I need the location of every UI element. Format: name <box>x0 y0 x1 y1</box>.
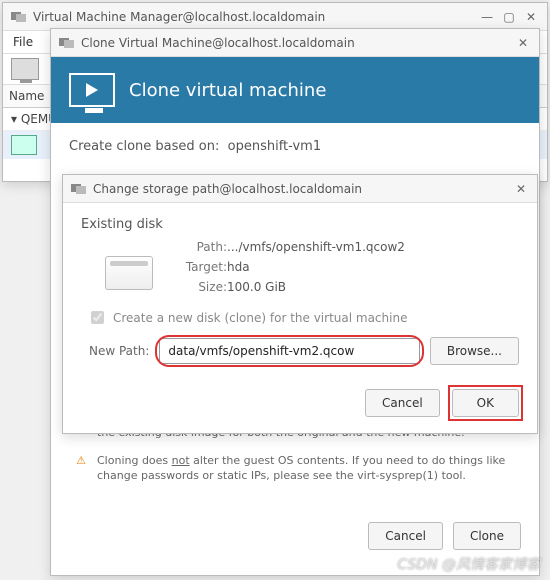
browse-button[interactable]: Browse... <box>430 337 519 365</box>
warning-icon: ⚠ <box>73 453 89 469</box>
new-path-row: New Path: Browse... <box>89 337 519 365</box>
vmm-title: Virtual Machine Manager@localhost.locald… <box>33 10 325 24</box>
clone-button-row: Cancel Clone <box>51 512 539 560</box>
storage-body: Existing disk Path: .../vmfs/openshift-v… <box>63 203 537 379</box>
disk-info: Path: .../vmfs/openshift-vm1.qcow2 Targe… <box>105 240 519 294</box>
create-new-disk-checkbox[interactable] <box>91 311 104 324</box>
close-button[interactable]: ✕ <box>523 9 539 25</box>
watermark: CSDN @风情客家博客 <box>397 554 540 574</box>
warning-cloning-text: Cloning does not alter the guest OS cont… <box>97 453 517 484</box>
based-on-value: openshift-vm1 <box>228 139 321 154</box>
clone-heading: Clone virtual machine <box>129 80 326 101</box>
menu-file[interactable]: File <box>13 35 33 49</box>
clone-titlebar: Clone Virtual Machine@localhost.localdom… <box>51 29 539 57</box>
vmm-titlebar: Virtual Machine Manager@localhost.locald… <box>3 3 547 31</box>
maximize-button[interactable]: ▢ <box>501 9 517 25</box>
size-label: Size: <box>171 280 227 294</box>
storage-ok-button[interactable]: OK <box>452 389 519 417</box>
new-vm-icon[interactable] <box>11 58 39 80</box>
target-label: Target: <box>171 260 227 274</box>
disk-icon <box>105 256 153 290</box>
storage-titlebar: Change storage path@localhost.localdomai… <box>63 175 537 203</box>
minimize-button[interactable]: — <box>479 9 495 25</box>
create-new-disk-label: Create a new disk (clone) for the virtua… <box>113 311 407 325</box>
path-label: Path: <box>171 240 227 254</box>
storage-app-icon <box>71 183 87 195</box>
based-on-label: Create clone based on: <box>69 139 219 154</box>
target-value: hda <box>227 260 405 274</box>
disk-kv: Path: .../vmfs/openshift-vm1.qcow2 Targe… <box>171 240 405 294</box>
storage-button-row: Cancel OK <box>63 379 537 427</box>
storage-dialog: Change storage path@localhost.localdomai… <box>62 174 538 434</box>
vm-monitor-icon <box>11 135 37 155</box>
clone-banner: Clone virtual machine <box>51 57 539 123</box>
new-path-label: New Path: <box>89 344 149 358</box>
storage-title: Change storage path@localhost.localdomai… <box>93 182 362 196</box>
size-value: 100.0 GiB <box>227 280 405 294</box>
vmm-app-icon <box>11 11 27 23</box>
clone-confirm-button[interactable]: Clone <box>453 522 521 550</box>
clone-app-icon <box>59 37 75 49</box>
storage-close-button[interactable]: ✕ <box>513 181 529 197</box>
based-on-row: Create clone based on: openshift-vm1 <box>69 139 521 154</box>
new-path-input[interactable] <box>159 338 419 364</box>
warning-cloning: ⚠ Cloning does not alter the guest OS co… <box>73 453 517 484</box>
play-icon <box>86 83 98 97</box>
clone-monitor-icon <box>69 73 115 107</box>
clone-cancel-button[interactable]: Cancel <box>368 522 443 550</box>
path-value: .../vmfs/openshift-vm1.qcow2 <box>227 240 405 254</box>
create-new-disk-row: Create a new disk (clone) for the virtua… <box>87 308 519 327</box>
clone-title: Clone Virtual Machine@localhost.localdom… <box>81 36 355 50</box>
clone-close-button[interactable]: ✕ <box>515 35 531 51</box>
existing-disk-label: Existing disk <box>81 217 519 232</box>
storage-cancel-button[interactable]: Cancel <box>365 389 440 417</box>
